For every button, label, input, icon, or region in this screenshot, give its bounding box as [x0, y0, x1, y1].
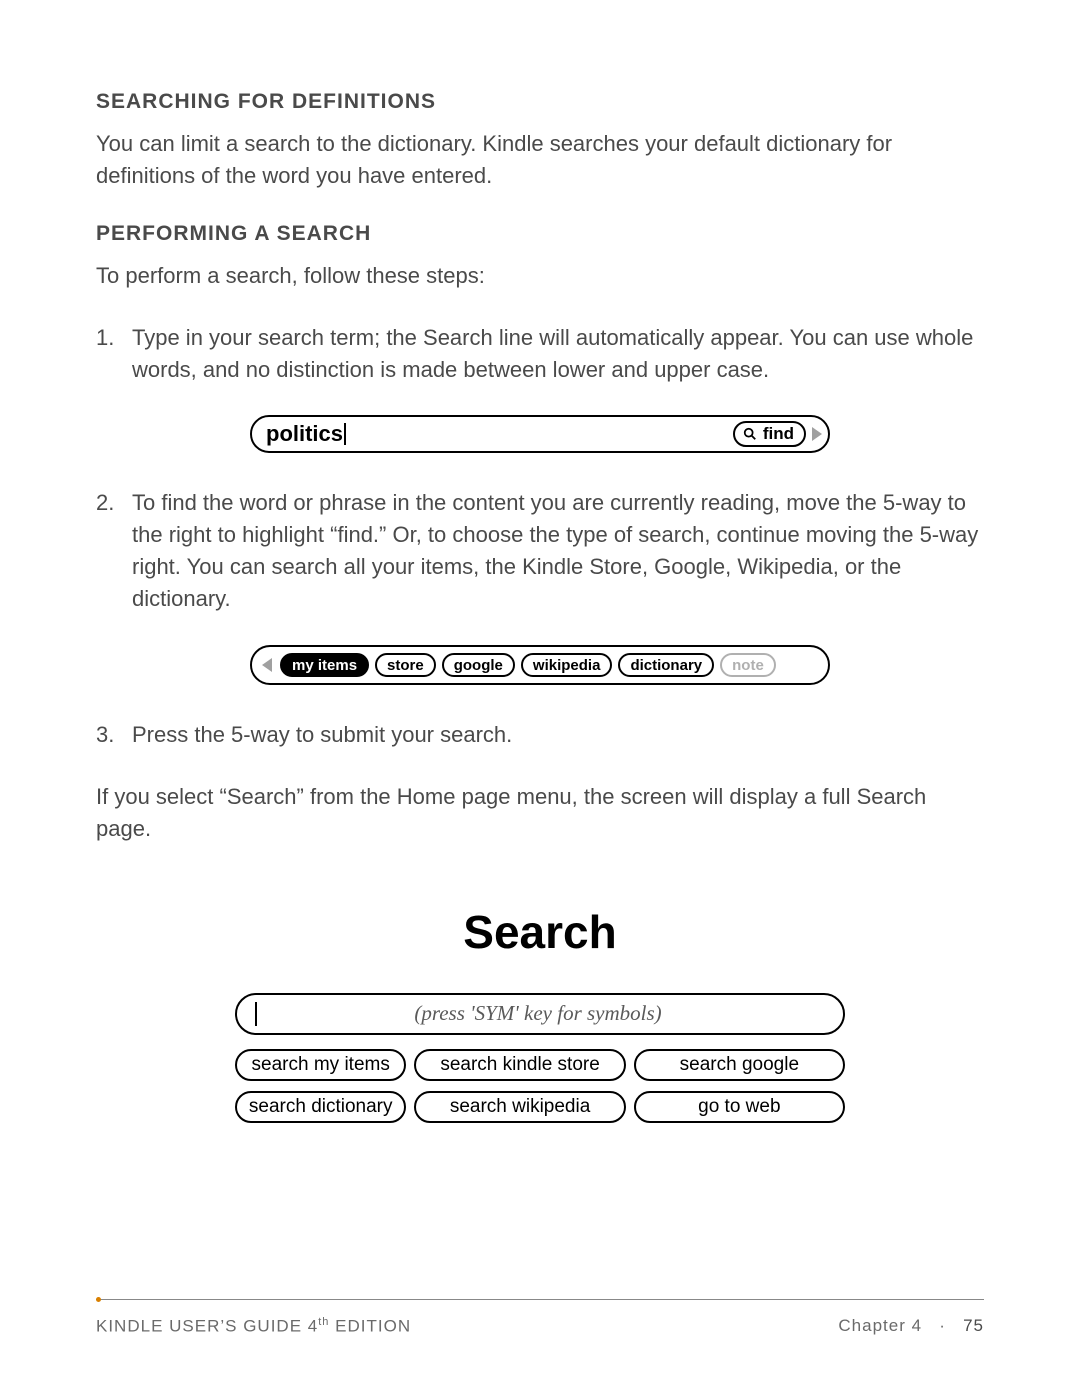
footer-page-number: 75 [963, 1316, 984, 1335]
illustration-search-bar: politics find [96, 415, 984, 453]
arrow-left-icon [262, 658, 272, 672]
btn-go-to-web[interactable]: go to web [634, 1091, 845, 1123]
footer-rule [96, 1299, 984, 1301]
step-3: 3. Press the 5-way to submit your search… [96, 719, 984, 751]
btn-search-dictionary[interactable]: search dictionary [235, 1091, 406, 1123]
find-label: find [763, 424, 794, 444]
option-dictionary[interactable]: dictionary [618, 653, 714, 677]
step-2: 2. To find the word or phrase in the con… [96, 487, 984, 615]
search-page-input[interactable]: (press 'SYM' key for symbols) [235, 993, 845, 1035]
btn-search-google[interactable]: search google [634, 1049, 845, 1081]
footer-left: KINDLE USER’S GUIDE 4th EDITION [96, 1316, 411, 1337]
search-page-placeholder: (press 'SYM' key for symbols) [251, 1001, 825, 1026]
illustration-search-page: Search (press 'SYM' key for symbols) sea… [235, 905, 845, 1123]
footer-edition-word: EDITION [329, 1317, 411, 1336]
step-2-text: To find the word or phrase in the conten… [132, 490, 978, 611]
option-wikipedia[interactable]: wikipedia [521, 653, 613, 677]
step-3-text: Press the 5-way to submit your search. [132, 722, 512, 747]
para-after-steps: If you select “Search” from the Home pag… [96, 781, 984, 845]
heading-performing-search: PERFORMING A SEARCH [96, 222, 984, 246]
footer-right: Chapter 4 · 75 [838, 1316, 984, 1337]
step-3-number: 3. [96, 719, 114, 751]
search-term-text: politics [266, 423, 346, 445]
option-note[interactable]: note [720, 653, 776, 677]
footer-chapter: Chapter 4 [838, 1316, 922, 1335]
btn-search-wikipedia[interactable]: search wikipedia [414, 1091, 625, 1123]
footer-separator: · [939, 1316, 946, 1335]
illustration-options-bar: my items store google wikipedia dictiona… [96, 645, 984, 685]
footer-guide-name: KINDLE USER’S GUIDE 4 [96, 1317, 318, 1336]
step-1: 1. Type in your search term; the Search … [96, 322, 984, 386]
btn-search-my-items[interactable]: search my items [235, 1049, 406, 1081]
footer-dot-icon [96, 1297, 101, 1302]
step-2-number: 2. [96, 487, 114, 519]
search-page-title: Search [235, 905, 845, 959]
heading-searching-definitions: SEARCHING FOR DEFINITIONS [96, 90, 984, 114]
option-google[interactable]: google [442, 653, 515, 677]
para-definitions: You can limit a search to the dictionary… [96, 128, 984, 192]
para-perform-intro: To perform a search, follow these steps: [96, 260, 984, 292]
step-1-text: Type in your search term; the Search lin… [132, 325, 973, 382]
step-1-number: 1. [96, 322, 114, 354]
arrow-right-icon [812, 427, 822, 441]
option-my-items[interactable]: my items [280, 653, 369, 677]
magnifier-icon [743, 427, 757, 441]
footer-edition-sup: th [318, 1316, 329, 1328]
btn-search-kindle-store[interactable]: search kindle store [414, 1049, 625, 1081]
option-store[interactable]: store [375, 653, 436, 677]
find-button[interactable]: find [733, 421, 806, 447]
